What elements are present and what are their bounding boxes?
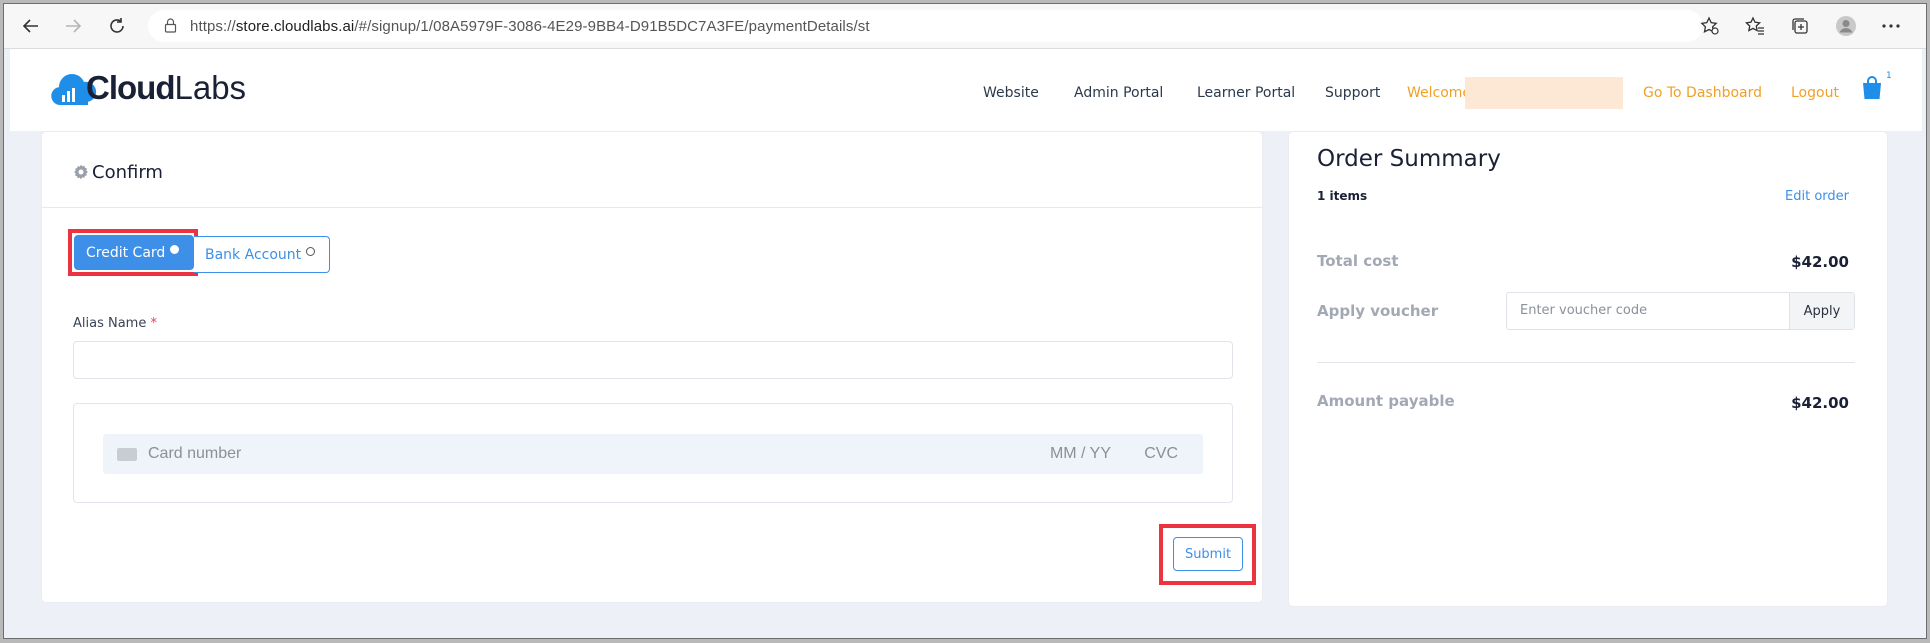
cart-count-badge: 1 xyxy=(1886,71,1892,81)
browser-toolbar: https://store.cloudlabs.ai/#/signup/1/08… xyxy=(4,4,1926,49)
forward-arrow-icon[interactable] xyxy=(60,13,86,39)
address-bar[interactable]: https://store.cloudlabs.ai/#/signup/1/08… xyxy=(148,10,1703,42)
edit-order-link[interactable]: Edit order xyxy=(1785,189,1849,204)
shopping-bag-icon xyxy=(1863,76,1881,99)
alias-name-label: Alias Name * xyxy=(73,316,157,331)
total-cost-label: Total cost xyxy=(1317,252,1399,270)
url-text[interactable]: https://store.cloudlabs.ai/#/signup/1/08… xyxy=(190,18,870,35)
confirm-card: Confirm Credit Card Bank Account Alias N… xyxy=(42,132,1262,602)
amount-payable-label: Amount payable xyxy=(1317,392,1455,410)
apply-voucher-button[interactable]: Apply xyxy=(1789,293,1854,329)
nav-logout[interactable]: Logout xyxy=(1791,85,1839,101)
credit-card-icon xyxy=(117,448,137,461)
credit-card-label: Credit Card xyxy=(86,244,166,261)
card-details-field[interactable]: Card number MM / YY CVC xyxy=(103,434,1203,474)
card-number-placeholder[interactable]: Card number xyxy=(148,445,241,463)
refresh-icon[interactable] xyxy=(104,13,130,39)
bank-account-radio[interactable] xyxy=(306,247,316,256)
favorites-icon[interactable] xyxy=(1742,13,1768,39)
confirm-title: Confirm xyxy=(92,162,163,183)
card-divider xyxy=(42,207,1262,208)
back-arrow-icon[interactable] xyxy=(18,13,44,39)
more-menu-icon[interactable] xyxy=(1878,13,1904,39)
nav-learner-portal[interactable]: Learner Portal xyxy=(1197,85,1295,101)
bank-account-option[interactable]: Bank Account xyxy=(194,236,330,273)
summary-divider xyxy=(1317,362,1855,363)
collections-icon[interactable] xyxy=(1787,13,1813,39)
credit-card-radio[interactable] xyxy=(170,245,180,254)
site-header: CloudLabs Website Admin Portal Learner P… xyxy=(10,49,1922,131)
order-summary-card: Order Summary 1 items Edit order Total c… xyxy=(1289,132,1887,606)
order-summary-title: Order Summary xyxy=(1317,146,1501,172)
browser-window: https://store.cloudlabs.ai/#/signup/1/08… xyxy=(3,3,1927,639)
nav-support[interactable]: Support xyxy=(1325,85,1380,101)
favorite-add-icon[interactable] xyxy=(1697,13,1723,39)
nav-website[interactable]: Website xyxy=(983,85,1039,101)
amount-payable-value: $42.00 xyxy=(1791,394,1849,412)
profile-avatar-icon[interactable] xyxy=(1833,13,1859,39)
logo-text: CloudLabs xyxy=(86,69,247,106)
cvc-placeholder[interactable]: CVC xyxy=(1144,445,1178,463)
gear-icon xyxy=(73,164,89,184)
expiry-placeholder[interactable]: MM / YY xyxy=(1050,445,1111,463)
cart-button[interactable]: 1 xyxy=(1860,71,1892,105)
card-element-container: Card number MM / YY CVC xyxy=(73,403,1233,503)
voucher-field: Enter voucher code Apply xyxy=(1506,292,1855,330)
submit-button[interactable]: Submit xyxy=(1173,537,1243,571)
cloudlabs-logo[interactable]: CloudLabs xyxy=(50,69,270,115)
total-cost-value: $42.00 xyxy=(1791,253,1849,271)
bank-account-label: Bank Account xyxy=(205,246,302,263)
nav-admin-portal[interactable]: Admin Portal xyxy=(1074,85,1163,101)
lock-icon[interactable] xyxy=(164,18,177,37)
credit-card-option[interactable]: Credit Card xyxy=(74,235,194,270)
voucher-code-input[interactable]: Enter voucher code xyxy=(1520,303,1647,318)
redacted-username xyxy=(1465,77,1623,109)
items-count: 1 items xyxy=(1317,189,1368,203)
apply-voucher-label: Apply voucher xyxy=(1317,302,1439,320)
alias-name-input[interactable] xyxy=(73,341,1233,379)
nav-go-to-dashboard[interactable]: Go To Dashboard xyxy=(1643,85,1762,101)
nav-welcome: Welcome xyxy=(1407,85,1472,101)
